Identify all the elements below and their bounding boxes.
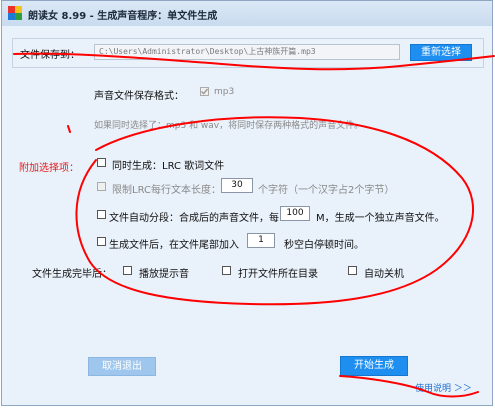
app-logo-icon bbox=[8, 6, 22, 20]
help-link[interactable]: 使用说明 ＞＞ bbox=[415, 381, 472, 394]
save-path-field[interactable]: C:\Users\Administrator\Desktop\上古神族开篇.mp… bbox=[94, 44, 400, 60]
split-size-suffix: M，生成一个独立声音文件。 bbox=[316, 213, 445, 224]
auto-shutdown-checkbox[interactable] bbox=[348, 266, 357, 275]
split-size-input[interactable]: 100 bbox=[280, 206, 310, 221]
after-completion-label: 文件生成完毕后： bbox=[32, 269, 112, 280]
mp3-label: mp3 bbox=[214, 87, 235, 97]
play-sound-label: 播放提示音 bbox=[139, 269, 189, 280]
lrc-limit-label: 限制LRC每行文本长度： bbox=[112, 185, 222, 196]
open-folder-label: 打开文件所在目录 bbox=[238, 269, 318, 280]
reselect-button[interactable]: 重新选择 bbox=[410, 44, 472, 61]
auto-split-checkbox[interactable] bbox=[97, 210, 106, 219]
lrc-limit-input[interactable]: 30 bbox=[221, 178, 253, 193]
append-silence-label: 生成文件后，在文件尾部加入 bbox=[109, 240, 239, 251]
format-label: 声音文件保存格式： bbox=[94, 91, 184, 102]
lrc-limit-checkbox[interactable] bbox=[97, 182, 106, 191]
start-generate-button[interactable]: 开始生成 bbox=[340, 356, 408, 376]
extras-label: 附加选择项： bbox=[19, 163, 79, 174]
append-silence-checkbox[interactable] bbox=[97, 237, 106, 246]
auto-split-label: 文件自动分段：合成后的声音文件，每 bbox=[109, 213, 279, 224]
play-sound-checkbox[interactable] bbox=[123, 266, 132, 275]
app-window: 朗读女 8.99 - 生成声音程序：单文件生成 文件保存到： C:\Users\… bbox=[1, 0, 493, 406]
save-location-label: 文件保存到： bbox=[20, 50, 80, 61]
title-bar: 朗读女 8.99 - 生成声音程序：单文件生成 bbox=[2, 1, 492, 26]
silence-suffix: 秒空白停顿时间。 bbox=[284, 240, 364, 251]
lrc-checkbox[interactable] bbox=[97, 158, 106, 167]
silence-seconds-input[interactable]: 1 bbox=[247, 233, 275, 248]
window-title: 朗读女 8.99 - 生成声音程序：单文件生成 bbox=[28, 11, 218, 22]
cancel-exit-button[interactable]: 取消退出 bbox=[88, 357, 156, 376]
open-folder-checkbox[interactable] bbox=[222, 266, 231, 275]
auto-shutdown-label: 自动关机 bbox=[364, 269, 404, 280]
format-note: 如果同时选择了：mp3 和 wav，将同时保存两种格式的声音文件。 bbox=[94, 121, 364, 131]
mp3-checkbox[interactable] bbox=[200, 87, 209, 96]
lrc-limit-suffix: 个字符（一个汉字占2个字节） bbox=[258, 185, 395, 196]
check-icon bbox=[201, 88, 209, 95]
lrc-label: 同时生成：LRC 歌词文件 bbox=[112, 161, 225, 172]
